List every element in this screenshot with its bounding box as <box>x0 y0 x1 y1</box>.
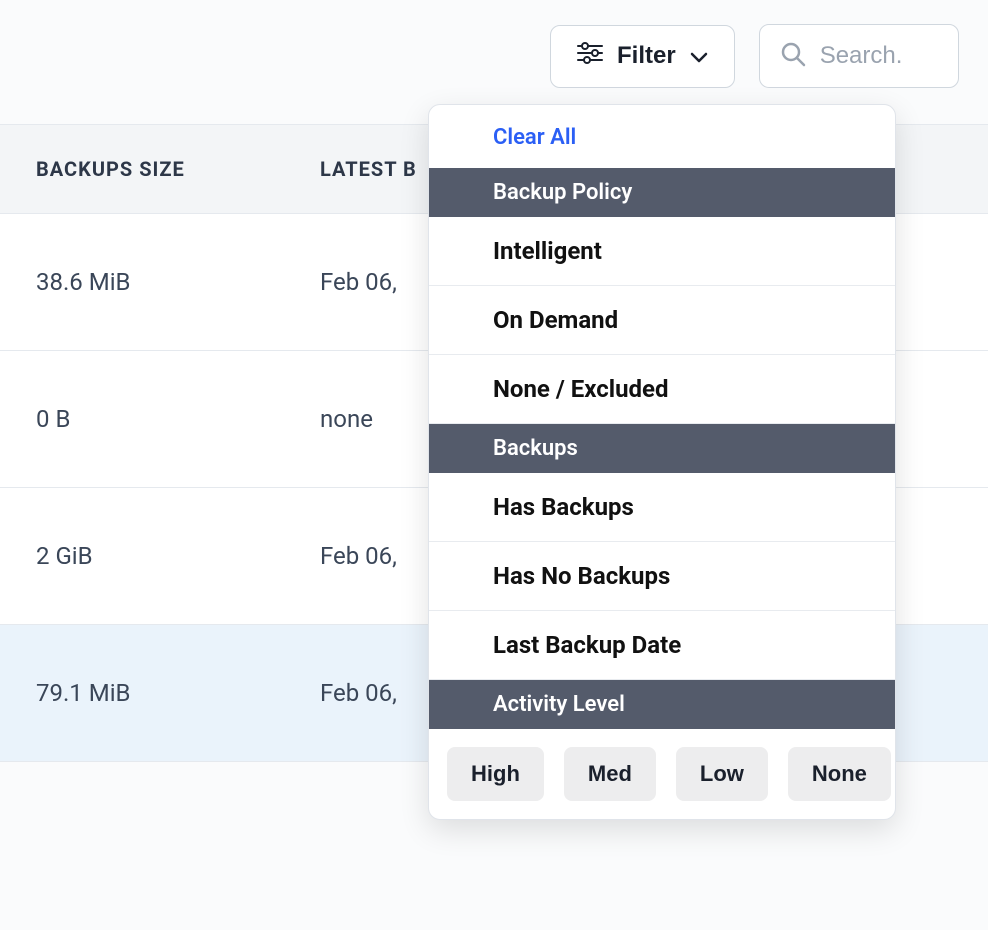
filter-section-header-backup-policy: Backup Policy <box>429 168 895 217</box>
filter-section-header-activity-level: Activity Level <box>429 680 895 729</box>
filter-label: Filter <box>617 42 676 70</box>
search-box[interactable] <box>759 24 959 88</box>
cell-backups-size: 38.6 MiB <box>36 268 320 296</box>
activity-chip-high[interactable]: High <box>447 747 544 801</box>
cell-backups-size: 0 B <box>36 405 320 433</box>
filter-button[interactable]: Filter <box>550 25 735 88</box>
filter-option-last-backup-date[interactable]: Last Backup Date <box>429 611 895 680</box>
filter-option-has-backups[interactable]: Has Backups <box>429 473 895 542</box>
chevron-down-icon <box>690 42 708 70</box>
activity-chip-none[interactable]: None <box>788 747 891 801</box>
filter-section-header-backups: Backups <box>429 424 895 473</box>
column-header-backups-size[interactable]: BACKUPS SIZE <box>36 157 320 181</box>
sliders-icon <box>577 42 603 71</box>
filter-option-intelligent[interactable]: Intelligent <box>429 217 895 286</box>
toolbar: Filter <box>550 0 988 112</box>
activity-chip-low[interactable]: Low <box>676 747 768 801</box>
cell-backups-size: 79.1 MiB <box>36 679 320 707</box>
search-input[interactable] <box>820 42 940 70</box>
filter-option-on-demand[interactable]: On Demand <box>429 286 895 355</box>
filter-dropdown: Clear All Backup Policy Intelligent On D… <box>428 104 896 820</box>
cell-backups-size: 2 GiB <box>36 542 320 570</box>
clear-all-button[interactable]: Clear All <box>429 105 895 168</box>
activity-chip-med[interactable]: Med <box>564 747 656 801</box>
filter-option-has-no-backups[interactable]: Has No Backups <box>429 542 895 611</box>
search-icon <box>780 41 806 71</box>
activity-chip-row: High Med Low None <box>429 729 895 801</box>
table: BACKUPS SIZE LATEST B P 38.6 MiB Feb 06,… <box>0 124 988 762</box>
filter-option-none-excluded[interactable]: None / Excluded <box>429 355 895 424</box>
